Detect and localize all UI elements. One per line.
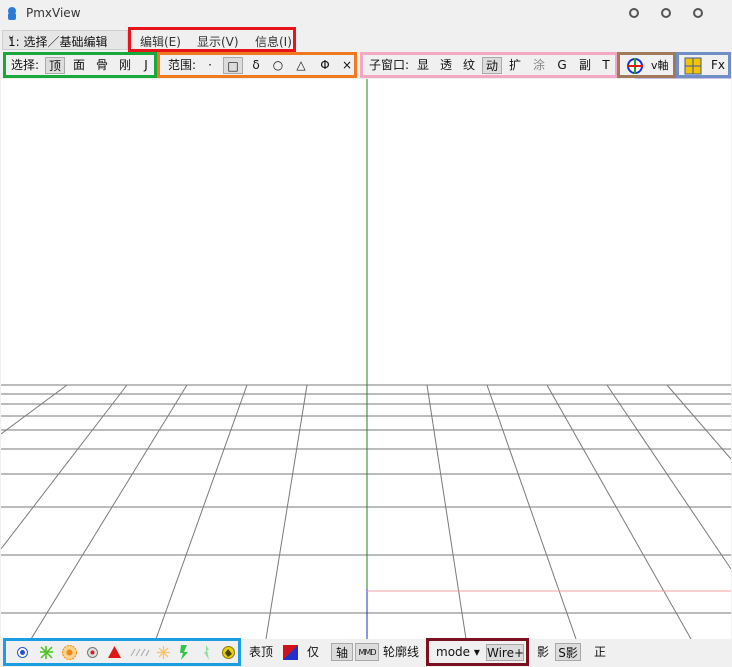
select-toolbar: 选择: 顶 面 骨 刚 J [3,52,157,78]
self-shadow-button[interactable]: S影 [555,643,581,661]
outline-button[interactable]: 轮廓线 [381,643,421,661]
subwindow-label: 子窗口: [369,58,410,72]
menu-view[interactable]: 显示(V) [197,33,239,50]
range-circle-button[interactable]: ○ [270,57,286,74]
range-toolbar: 范围: · □ δ ○ △ Φ × [157,52,357,78]
render-mode-toolbar: mode ▾ Wire+ [426,638,529,666]
menu-bar: 编辑(E) 显示(V) 信息(I) [128,27,296,52]
range-label: 范围: [168,58,197,72]
range-close-button[interactable]: × [341,57,353,74]
subwindow-expand-button[interactable]: 扩 [507,57,523,74]
layout-grid-icon[interactable] [684,57,702,75]
morph-display-icon[interactable] [156,645,171,660]
subwindow-display-button[interactable]: 显 [415,57,431,74]
subwindow-t-button[interactable]: T [600,57,612,74]
subwindow-g-button[interactable]: G [555,57,569,74]
v-axis-button[interactable]: v軸 [651,57,669,74]
wire-plus-button[interactable]: Wire+ [486,644,524,661]
subwindow-toolbar: 子窗口: 显 透 纹 动 扩 涂 G 副 T [360,52,618,78]
select-label: 选择: [11,58,40,72]
normal-display-icon[interactable] [39,645,54,660]
select-bone-button[interactable]: 骨 [93,57,111,74]
chevron-down-icon: ∨ [8,34,15,44]
surface-vertex-button[interactable]: 表顶 [247,643,275,661]
maximize-button[interactable] [661,8,671,18]
texture-display-icon[interactable] [221,645,236,660]
range-rect-button[interactable]: □ [223,57,243,74]
color-swatch-icon[interactable] [283,645,298,660]
subwindow-transparent-button[interactable]: 透 [438,57,454,74]
axis-gizmo-icon[interactable] [626,57,644,75]
rigid-display-icon[interactable] [107,645,122,659]
fx-button[interactable]: Fx [711,57,725,74]
menu-edit[interactable]: 编辑(E) [140,33,181,50]
only-button[interactable]: 仅 [305,643,321,661]
range-phi-button[interactable]: Φ [317,57,333,74]
close-button[interactable] [693,8,703,18]
softbody-display-icon[interactable] [200,644,212,661]
mode-select[interactable]: 1: 选择／基础编辑 ∨ [2,30,128,50]
range-delta-button[interactable]: δ [248,57,264,74]
range-triangle-button[interactable]: △ [293,57,309,74]
title-bar: PmxView [0,0,732,26]
shadow-button[interactable]: 影 [534,643,552,661]
axis-toolbar: v軸 [617,52,676,78]
bone-display-icon[interactable] [86,646,99,659]
window-title: PmxView [26,6,81,20]
select-vertex-button[interactable]: 顶 [45,57,65,74]
menu-info[interactable]: 信息(I) [255,33,292,50]
axis-button[interactable]: 轴 [331,643,353,661]
vertex-display-icon[interactable] [16,646,29,659]
app-icon [8,7,16,20]
subwindow-paint-button[interactable]: 涂 [531,57,547,74]
subwindow-texture-button[interactable]: 纹 [461,57,477,74]
3d-viewport[interactable] [0,79,732,640]
floor-grid [0,79,732,640]
ortho-button[interactable]: 正 [591,643,609,661]
fx-toolbar: Fx [676,52,731,78]
mode-dropdown[interactable]: mode ▾ [436,644,480,661]
subwindow-sub-button[interactable]: 副 [577,57,593,74]
weight-display-icon[interactable] [61,644,78,661]
select-rigid-button[interactable]: 刚 [116,57,134,74]
material-display-icon[interactable] [178,644,190,661]
select-joint-button[interactable]: J [140,57,152,74]
mmd-button[interactable]: MMD [355,643,379,661]
joint-display-icon[interactable] [130,646,150,658]
minimize-button[interactable] [629,8,639,18]
select-face-button[interactable]: 面 [70,57,88,74]
display-toolbar [3,638,241,666]
subwindow-motion-button[interactable]: 动 [482,57,502,74]
range-point-button[interactable]: · [204,57,216,74]
